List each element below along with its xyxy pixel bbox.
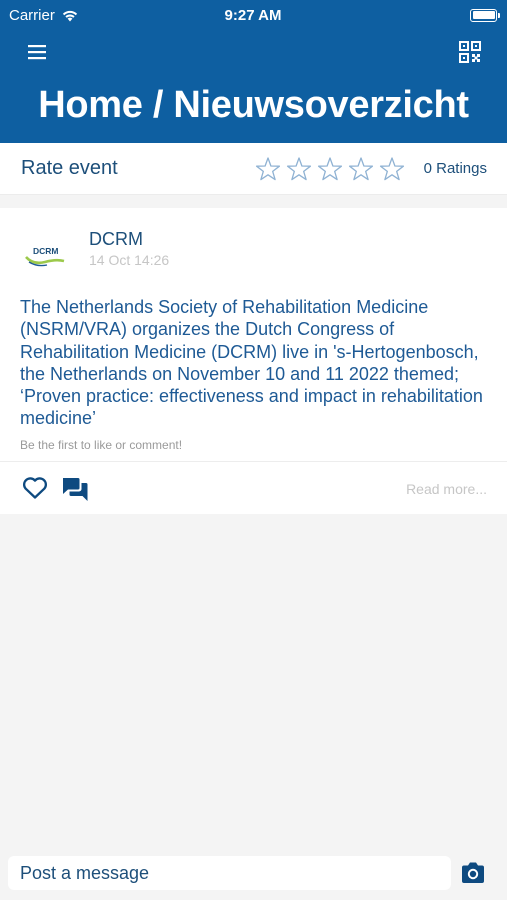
status-bar: Carrier 9:27 AM — [0, 0, 507, 30]
post-body-text[interactable]: The Netherlands Society of Rehabilitatio… — [20, 296, 490, 430]
card-divider — [0, 461, 507, 462]
camera-icon[interactable] — [460, 861, 486, 885]
status-time: 9:27 AM — [224, 6, 282, 24]
post-author-meta: DCRM 14 Oct 14:26 — [89, 228, 169, 280]
star-icon-1[interactable] — [255, 156, 281, 182]
post-author-name: DCRM — [89, 229, 143, 249]
news-post-card: DCRM DCRM 14 Oct 14:26 The Netherlands S… — [0, 208, 507, 514]
ratings-count: 0 Ratings — [423, 160, 487, 177]
header: Carrier 9:27 AM Home / Nieuwsoverzicht — [0, 0, 507, 143]
dcrm-logo-text: DCRM — [33, 246, 59, 256]
star-icon-3[interactable] — [317, 156, 343, 182]
read-more-link[interactable]: Read more... — [406, 481, 487, 497]
status-battery-group — [367, 8, 500, 22]
rate-event-bar: Rate event 0 Ratings — [0, 143, 507, 195]
post-date: 14 Oct 14:26 — [89, 252, 170, 268]
comment-icon[interactable] — [61, 475, 89, 502]
star-icon-4[interactable] — [348, 156, 374, 182]
carrier-label: Carrier — [9, 6, 55, 24]
like-hint-text: Be the first to like or comment! — [20, 438, 183, 452]
star-icon-2[interactable] — [286, 156, 312, 182]
hamburger-menu-icon[interactable] — [26, 42, 48, 62]
dcrm-logo-mark: DCRM — [25, 246, 65, 267]
battery-icon — [470, 8, 500, 22]
post-author-row: DCRM DCRM 14 Oct 14:26 — [21, 228, 169, 280]
battery-level — [472, 11, 495, 19]
page-title: Home / Nieuwsoverzicht — [38, 84, 469, 126]
star-icon-5[interactable] — [379, 156, 405, 182]
wifi-icon — [62, 10, 77, 21]
status-carrier-group: Carrier — [9, 7, 139, 24]
dcrm-logo: DCRM — [21, 232, 69, 280]
rate-event-label: Rate event — [21, 157, 118, 179]
qr-code-icon[interactable] — [459, 41, 481, 63]
like-heart-icon[interactable] — [22, 476, 48, 500]
star-rating — [255, 156, 405, 182]
post-message-input[interactable] — [8, 856, 451, 890]
